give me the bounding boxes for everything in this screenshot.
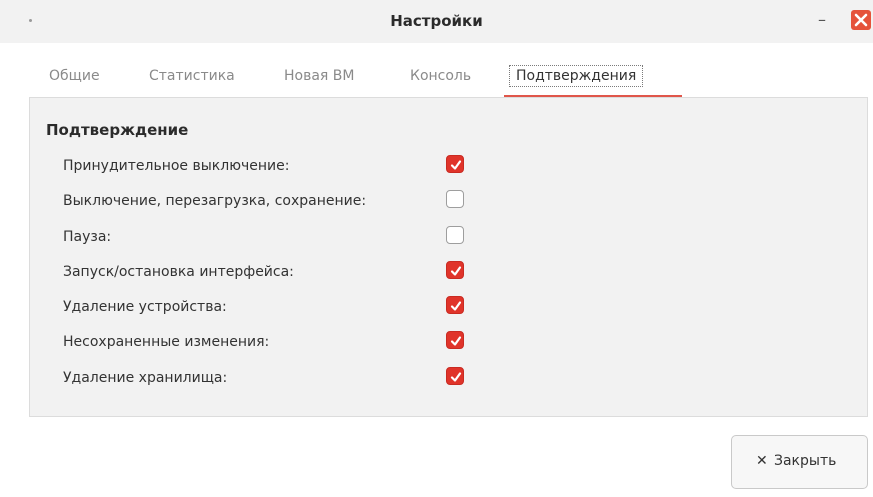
- tab-new-vm[interactable]: Новая ВМ: [284, 68, 354, 84]
- tab-general[interactable]: Общие: [49, 68, 100, 84]
- option-label-interface-start-stop: Запуск/остановка интерфейса:: [63, 264, 294, 280]
- tab-statistics[interactable]: Статистика: [149, 68, 235, 84]
- close-dialog-button[interactable]: ✕ Закрыть: [731, 435, 868, 489]
- checkbox-force-poweroff[interactable]: [446, 155, 464, 173]
- checkmark-icon: [450, 372, 462, 382]
- window-title: Настройки: [390, 12, 483, 30]
- window-close-button[interactable]: [851, 10, 871, 30]
- option-label-force-poweroff: Принудительное выключение:: [63, 158, 290, 174]
- section-title: Подтверждение: [46, 121, 189, 139]
- checkbox-interface-start-stop[interactable]: [446, 261, 464, 279]
- close-button-label: Закрыть: [774, 453, 837, 469]
- checkbox-unsaved-changes[interactable]: [446, 331, 464, 349]
- checkbox-poweroff-reboot-save[interactable]: [446, 190, 464, 208]
- checkmark-icon: [450, 301, 462, 311]
- tab-console[interactable]: Консоль: [410, 68, 471, 84]
- title-bar: Настройки –: [0, 0, 873, 43]
- tab-bar: Общие Статистика Новая ВМ Консоль Подтве…: [29, 62, 868, 98]
- minimize-button[interactable]: –: [812, 10, 832, 30]
- checkmark-icon: [450, 336, 462, 346]
- option-label-device-removal: Удаление устройства:: [63, 299, 227, 315]
- close-icon: [854, 13, 868, 27]
- checkbox-storage-removal[interactable]: [446, 367, 464, 385]
- checkbox-device-removal[interactable]: [446, 296, 464, 314]
- checkmark-icon: [450, 266, 462, 276]
- tab-confirmations[interactable]: Подтверждения: [509, 65, 644, 87]
- checkbox-pause[interactable]: [446, 226, 464, 244]
- minimize-icon: –: [818, 10, 826, 29]
- checkmark-icon: [450, 160, 462, 170]
- option-label-poweroff-reboot-save: Выключение, перезагрузка, сохранение:: [63, 193, 367, 209]
- option-label-unsaved-changes: Несохраненные изменения:: [63, 334, 270, 350]
- close-x-icon: ✕: [756, 453, 768, 469]
- option-label-pause: Пауза:: [63, 229, 112, 245]
- option-label-storage-removal: Удаление хранилища:: [63, 370, 228, 386]
